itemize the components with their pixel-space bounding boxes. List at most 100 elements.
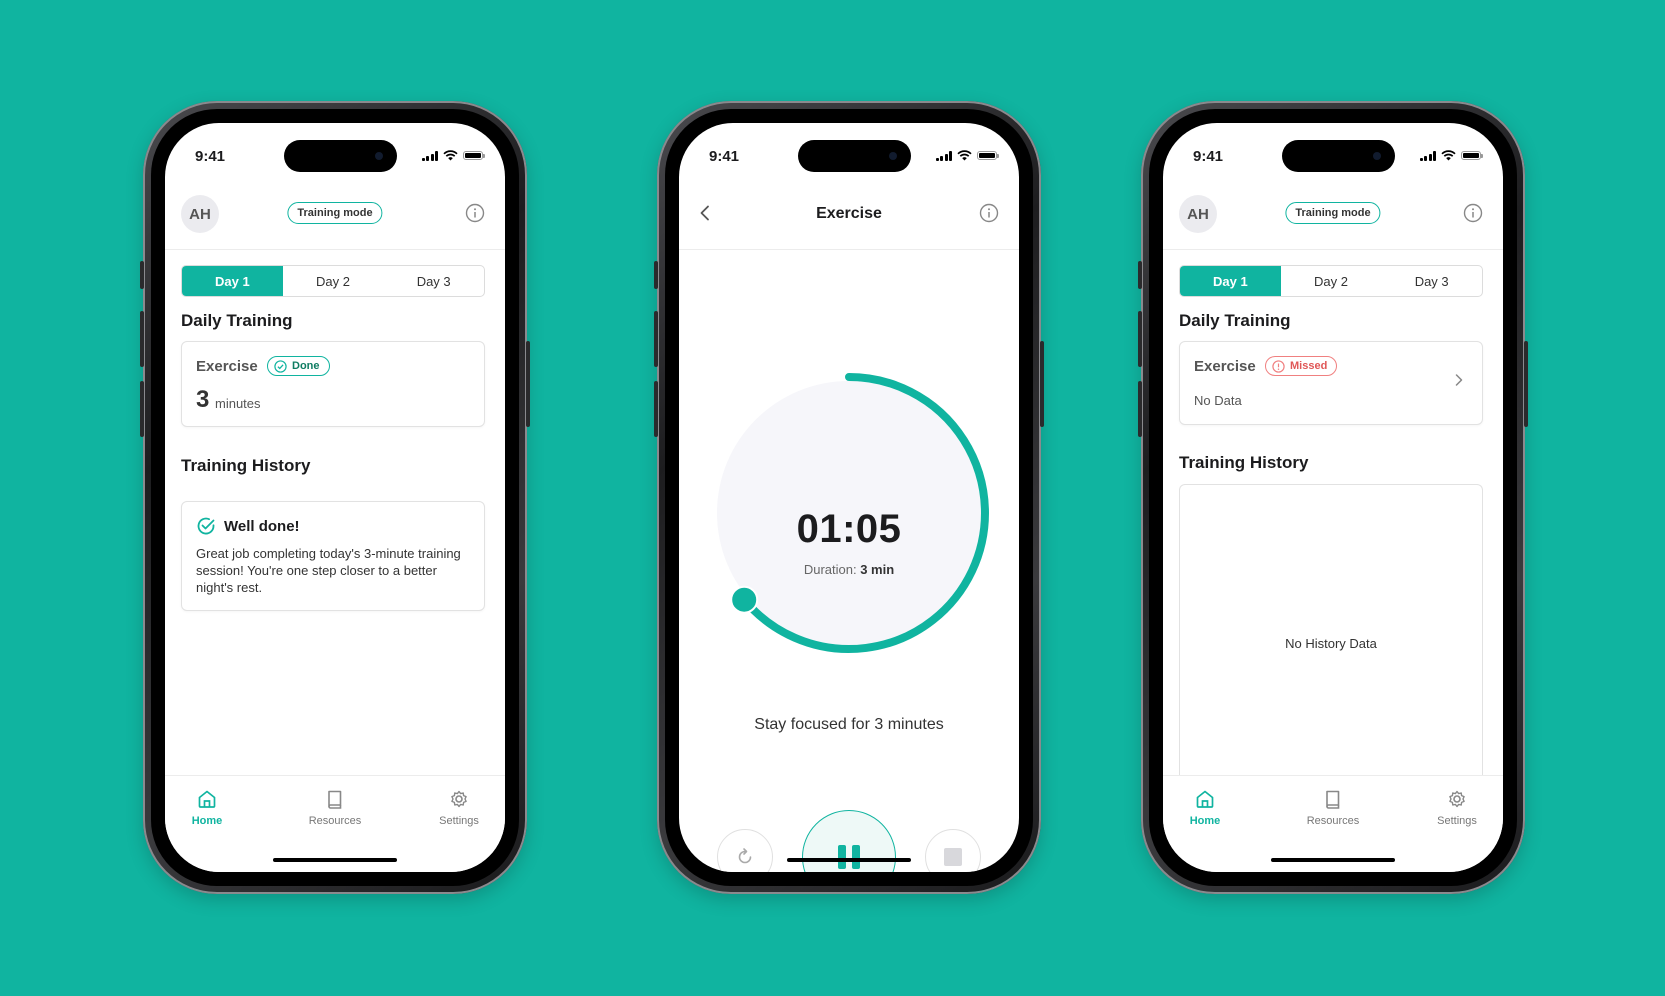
status-time: 9:41 (709, 148, 740, 165)
stop-button[interactable] (925, 829, 981, 872)
status-icons (421, 150, 485, 161)
book-icon (1326, 790, 1340, 809)
training-history-title: Training History (181, 456, 311, 475)
exercise-card[interactable]: Exercise Missed No Data (1179, 341, 1483, 425)
info-icon[interactable] (465, 203, 485, 223)
info-icon[interactable] (979, 203, 999, 223)
nav-settings-label: Settings (439, 815, 479, 827)
gear-icon (1449, 790, 1465, 808)
cellular-signal-icon (935, 150, 952, 161)
nav-resources-label: Resources (308, 815, 362, 827)
page-title: Exercise (816, 205, 882, 222)
history-empty-panel: No History Data (1179, 484, 1483, 784)
phone-frame-home-done: 9:41 AH Training mode Day 1 Day 2 Day 3 … (140, 101, 530, 894)
history-card-title: Well done! (224, 518, 300, 535)
dynamic-island (798, 140, 911, 172)
tab-day-1[interactable]: Day 1 (182, 266, 283, 296)
daily-training-title: Daily Training (1179, 311, 1291, 330)
phone-frame-home-missed: 9:41 AH Training mode Day 1 Day 2 Day 3 … (1138, 101, 1528, 894)
battery-icon (1461, 151, 1483, 160)
duration-value: 3 min (860, 562, 895, 577)
daily-training-title: Daily Training (181, 311, 293, 330)
tab-day-2[interactable]: Day 2 (283, 266, 384, 296)
stop-icon (944, 848, 962, 866)
nav-resources[interactable]: Resources (295, 788, 375, 827)
status-time: 9:41 (1193, 148, 1224, 165)
tab-day-3[interactable]: Day 3 (1381, 266, 1482, 296)
avatar[interactable]: AH (181, 195, 219, 233)
minutes-unit: minutes (215, 396, 261, 411)
no-history-text: No History Data (1285, 636, 1377, 651)
status-badge-label: Done (292, 360, 320, 372)
bottom-nav: Home Resources Settings (165, 775, 505, 872)
timer-readout: 01:05 (796, 507, 902, 551)
home-indicator (273, 858, 397, 862)
home-indicator (787, 858, 911, 862)
cellular-signal-icon (1419, 150, 1436, 161)
nav-home-label: Home (1189, 815, 1221, 827)
dynamic-island (1282, 140, 1395, 172)
gear-icon (451, 790, 467, 808)
nav-resources-label: Resources (1306, 815, 1360, 827)
training-history-title: Training History (1179, 453, 1309, 472)
day-tabs: Day 1 Day 2 Day 3 (1179, 265, 1483, 297)
home-indicator (1271, 858, 1395, 862)
exercise-label: Exercise (196, 358, 258, 375)
wifi-icon (443, 150, 458, 161)
home-icon (1196, 790, 1214, 808)
status-icons (935, 150, 999, 161)
minutes-value: 3 (196, 386, 210, 413)
app-header: AH Training mode (165, 185, 505, 250)
info-icon[interactable] (1463, 203, 1483, 223)
training-mode-badge[interactable]: Training mode (1285, 202, 1381, 224)
status-icons (1419, 150, 1483, 161)
chevron-right-icon (1455, 374, 1463, 386)
pause-icon (838, 845, 860, 869)
restart-icon (738, 848, 752, 864)
dynamic-island (284, 140, 397, 172)
battery-icon (463, 151, 485, 160)
home-icon (198, 790, 216, 808)
tab-day-1[interactable]: Day 1 (1180, 266, 1281, 296)
nav-home[interactable]: Home (167, 788, 247, 827)
nav-settings[interactable]: Settings (419, 788, 499, 827)
day-tabs: Day 1 Day 2 Day 3 (181, 265, 485, 297)
check-circle-icon (274, 359, 287, 373)
exercise-label: Exercise (1194, 358, 1256, 375)
nav-settings[interactable]: Settings (1417, 788, 1497, 827)
book-icon (328, 790, 342, 809)
pause-button[interactable] (802, 810, 896, 872)
home-screen: 9:41 AH Training mode Day 1 Day 2 Day 3 … (165, 123, 505, 872)
app-header: Exercise (679, 185, 1019, 250)
timer-progress-handle[interactable] (730, 585, 759, 614)
wifi-icon (957, 150, 972, 161)
duration-text: Duration: 3 min (679, 562, 1019, 577)
nav-resources[interactable]: Resources (1293, 788, 1373, 827)
battery-icon (977, 151, 999, 160)
tab-day-3[interactable]: Day 3 (383, 266, 484, 296)
nav-home-label: Home (191, 815, 223, 827)
exercise-card[interactable]: Exercise Done 3 minutes (181, 341, 485, 427)
status-badge-label: Missed (1290, 360, 1328, 372)
exercise-screen: 9:41 Exercise 01:05 Duration: 3 min Stay… (679, 123, 1019, 872)
alert-circle-icon (1272, 359, 1285, 373)
training-mode-badge[interactable]: Training mode (287, 202, 383, 224)
nav-settings-label: Settings (1437, 815, 1477, 827)
nav-home[interactable]: Home (1165, 788, 1245, 827)
cellular-signal-icon (421, 150, 438, 161)
status-time: 9:41 (195, 148, 226, 165)
check-circle-icon (197, 517, 215, 535)
app-header: AH Training mode (1163, 185, 1503, 250)
bottom-nav: Home Resources Settings (1163, 775, 1503, 872)
focus-message: Stay focused for 3 minutes (754, 716, 944, 733)
wifi-icon (1441, 150, 1456, 161)
restart-button[interactable] (717, 829, 773, 872)
phone-frame-exercise: 9:41 Exercise 01:05 Duration: 3 min Stay… (654, 101, 1044, 894)
history-card: Well done! Great job completing today's … (181, 501, 485, 611)
tab-day-2[interactable]: Day 2 (1281, 266, 1382, 296)
history-card-text: Great job completing today's 3-minute tr… (196, 546, 461, 595)
duration-label: Duration: (803, 562, 861, 577)
avatar[interactable]: AH (1179, 195, 1217, 233)
status-badge-done: Done (267, 356, 330, 376)
status-badge-missed: Missed (1265, 356, 1338, 376)
